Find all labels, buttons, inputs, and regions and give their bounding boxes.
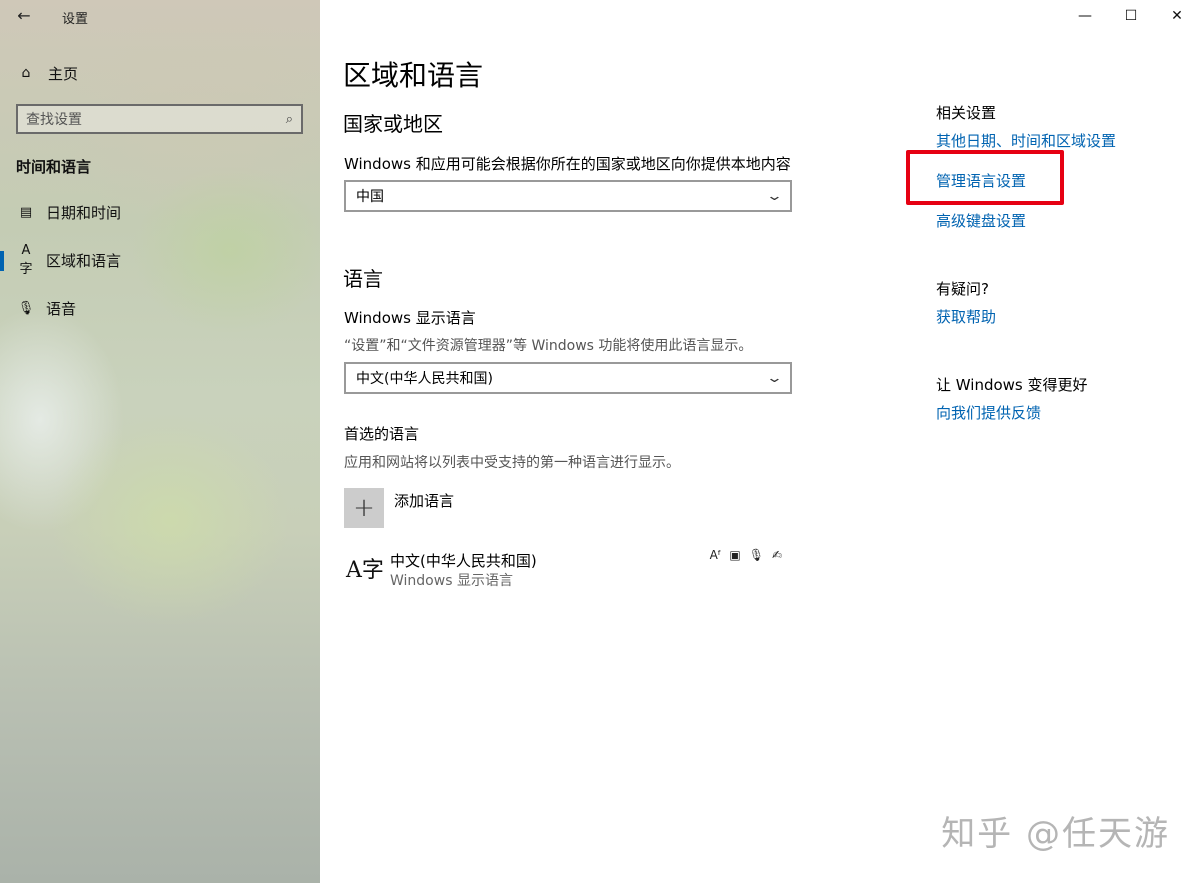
- related-settings-heading: 相关设置: [936, 102, 996, 123]
- chevron-down-icon: ⌄: [766, 371, 783, 386]
- chevron-down-icon: ⌄: [766, 189, 783, 204]
- sidebar: ← 设置 ⌂ 主页 查找设置 ⌕ 时间和语言 ▤ 日期和时间 A字 区域和语言 …: [0, 0, 320, 883]
- microphone-icon: 🎙: [16, 301, 36, 316]
- sidebar-item-region-language[interactable]: A字 区域和语言: [0, 243, 320, 277]
- link-get-help[interactable]: 获取帮助: [936, 306, 996, 327]
- add-language-button[interactable]: + 添加语言: [344, 488, 454, 528]
- home-icon: ⌂: [16, 65, 36, 81]
- preferred-language-note: 应用和网站将以列表中受支持的第一种语言进行显示。: [344, 452, 680, 472]
- sidebar-item-label: 区域和语言: [46, 250, 121, 271]
- display-language-cap-icon: Aᶠ: [710, 548, 722, 562]
- sidebar-item-speech[interactable]: 🎙 语音: [0, 291, 320, 325]
- link-additional-date-time-region[interactable]: 其他日期、时间和区域设置: [936, 130, 1116, 151]
- speech-cap-icon: 🎙: [749, 548, 764, 562]
- search-input[interactable]: 查找设置 ⌕: [16, 104, 303, 134]
- minimize-button[interactable]: —: [1062, 0, 1108, 32]
- sidebar-item-label: 日期和时间: [46, 202, 121, 223]
- display-language-note: “设置”和“文件资源管理器”等 Windows 功能将使用此语言显示。: [344, 335, 752, 355]
- page-title: 区域和语言: [343, 54, 483, 94]
- search-placeholder: 查找设置: [26, 109, 286, 129]
- text-to-speech-cap-icon: ▣: [729, 548, 740, 562]
- display-language-select[interactable]: 中文(中华人民共和国) ⌄: [344, 362, 792, 394]
- title-bar: ← 设置: [0, 0, 320, 32]
- handwriting-cap-icon: ✍: [772, 548, 782, 562]
- link-give-feedback[interactable]: 向我们提供反馈: [936, 402, 1041, 423]
- help-heading: 有疑问?: [936, 278, 989, 299]
- search-icon[interactable]: ⌕: [286, 112, 293, 127]
- back-arrow-icon[interactable]: ←: [10, 6, 38, 26]
- sidebar-item-label: 语音: [46, 298, 76, 319]
- language-name: 中文(中华人民共和国): [390, 550, 537, 571]
- country-select-value: 中国: [356, 186, 769, 206]
- language-list-item[interactable]: A字 中文(中华人民共和国) Windows 显示语言 Aᶠ ▣ 🎙 ✍: [344, 548, 792, 590]
- section-title: 时间和语言: [16, 156, 91, 177]
- sidebar-item-home[interactable]: ⌂ 主页: [16, 60, 78, 86]
- country-select[interactable]: 中国 ⌄: [344, 180, 792, 212]
- feedback-heading: 让 Windows 变得更好: [936, 374, 1088, 395]
- language-capabilities: Aᶠ ▣ 🎙 ✍: [710, 548, 782, 562]
- maximize-button[interactable]: ☐: [1108, 0, 1154, 32]
- sidebar-item-label: 主页: [48, 63, 78, 84]
- highlight-annotation-box: [906, 150, 1064, 205]
- app-title: 设置: [62, 8, 88, 27]
- language-sub: Windows 显示语言: [390, 570, 513, 590]
- language-icon: A字: [346, 552, 384, 584]
- display-language-value: 中文(中华人民共和国): [356, 368, 769, 388]
- preferred-language-label: 首选的语言: [344, 423, 419, 444]
- language-heading: 语言: [343, 263, 383, 292]
- region-language-icon: A字: [16, 243, 36, 277]
- country-description: Windows 和应用可能会根据你所在的国家或地区向你提供本地内容: [344, 153, 791, 174]
- close-button[interactable]: ✕: [1154, 0, 1200, 32]
- calendar-clock-icon: ▤: [16, 205, 36, 220]
- link-advanced-keyboard-settings[interactable]: 高级键盘设置: [936, 210, 1026, 231]
- main-content: 区域和语言 国家或地区 Windows 和应用可能会根据你所在的国家或地区向你提…: [320, 0, 1200, 883]
- add-language-label: 添加语言: [394, 490, 454, 511]
- country-heading: 国家或地区: [343, 108, 443, 137]
- watermark: 知乎 @任天游: [941, 806, 1170, 855]
- plus-icon: +: [344, 488, 384, 528]
- sidebar-item-date-time[interactable]: ▤ 日期和时间: [0, 195, 320, 229]
- display-language-label: Windows 显示语言: [344, 307, 476, 328]
